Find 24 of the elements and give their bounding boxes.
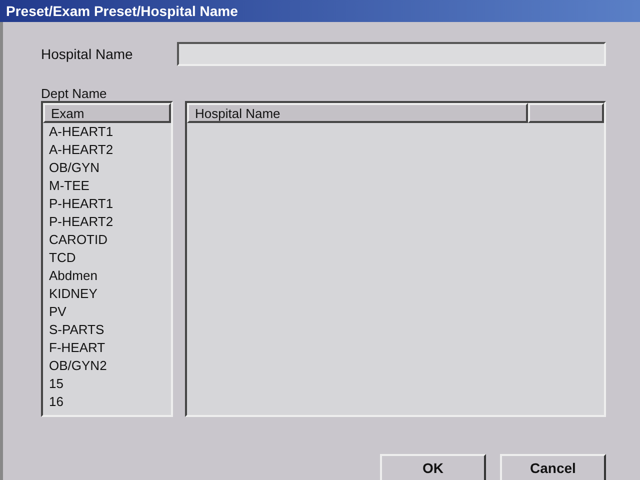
exam-list-item[interactable]: F-HEART xyxy=(43,339,171,357)
ok-button[interactable]: OK xyxy=(380,454,486,480)
exam-list-item[interactable]: A-HEART1 xyxy=(43,123,171,141)
exam-list-item[interactable]: TCD xyxy=(43,249,171,267)
exam-list-item[interactable]: M-TEE xyxy=(43,177,171,195)
exam-list-item[interactable]: 15 xyxy=(43,375,171,393)
column-header: Hospital Name xyxy=(187,103,528,123)
exam-list-item[interactable]: 16 xyxy=(43,393,171,411)
exam-list-item[interactable]: KIDNEY xyxy=(43,285,171,303)
column-header: Exam xyxy=(43,103,171,123)
field-label: Hospital Name xyxy=(41,46,133,62)
exam-list-item[interactable]: OB/GYN2 xyxy=(43,357,171,375)
exam-list-item[interactable]: Abdmen xyxy=(43,267,171,285)
exam-list-item[interactable]: OB/GYN xyxy=(43,159,171,177)
hospital-name-field[interactable] xyxy=(176,42,606,66)
exam-list-item[interactable]: P-HEART2 xyxy=(43,213,171,231)
exam-list-item[interactable]: PV xyxy=(43,303,171,321)
window-title: Preset/Exam Preset/Hospital Name xyxy=(0,0,640,22)
exam-list-item[interactable]: A-HEART2 xyxy=(43,141,171,159)
cancel-button[interactable]: Cancel xyxy=(500,454,606,480)
exam-list-item[interactable]: S-PARTS xyxy=(43,321,171,339)
exam-list-item[interactable]: P-HEART1 xyxy=(43,195,171,213)
exam-list-item[interactable]: CAROTID xyxy=(43,231,171,249)
section-label: Dept Name xyxy=(41,86,108,101)
